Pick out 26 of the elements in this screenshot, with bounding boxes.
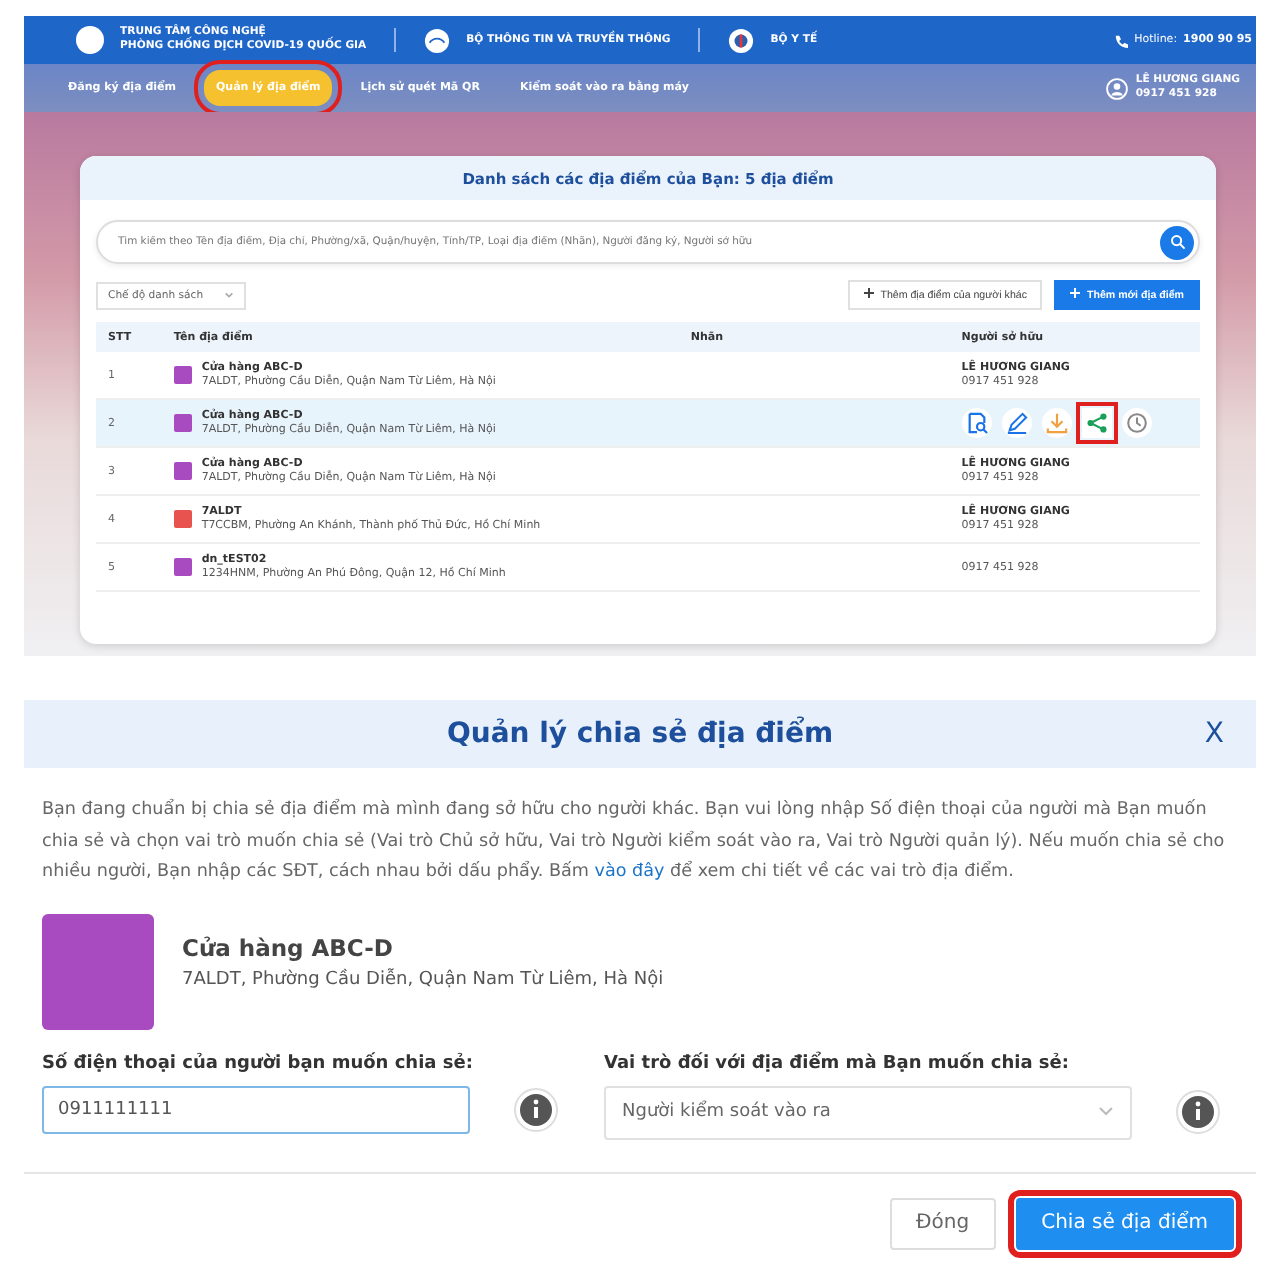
chevron-down-icon — [1098, 1106, 1114, 1118]
close-button[interactable]: X — [1192, 716, 1236, 752]
plus-icon — [864, 288, 875, 298]
search-icon — [1169, 234, 1185, 250]
share-instructions: Bạn đang chuẩn bị chia sẻ địa điểm mà mình đang sở hữu cho người khác. Bạn vui lòng nhập Số điện thoại của người mà Bạn muốn chia sẻ và chọn vai trò muốn chia sẻ (Vai trò Chủ sở hữu, Vai trò Người kiểm soát vào ra, Vai trò Người quản lý). Nếu muốn chia sẻ cho nhiều người, Bạn nhập các SĐT, cách nhau bởi dấu phẩy. Bấm vào đây để xem chi tiết về các vai trò địa điểm. — [42, 796, 1227, 886]
phone-label: Số điện thoại của người bạn muốn chia sẻ: — [42, 1053, 475, 1073]
phone-input[interactable]: 0911111111 — [42, 1085, 470, 1133]
user-icon[interactable] — [1105, 77, 1128, 99]
place-name: Cửa hàng ABC-D — [182, 933, 395, 961]
role-dropdown[interactable]: Người kiểm soát vào ra — [604, 1085, 1132, 1139]
share-icon[interactable] — [1085, 412, 1108, 434]
health-ministry-logo-icon — [728, 27, 755, 53]
chevron-down-icon — [223, 289, 234, 299]
place-address: 7ALDT, Phường Cầu Diễn, Quận Nam Từ Liêm, Hà Nội — [182, 969, 664, 989]
document-search-icon[interactable] — [965, 412, 988, 434]
close-dialog-button[interactable]: Đóng — [890, 1197, 996, 1249]
download-icon[interactable] — [1045, 412, 1068, 434]
info-icon[interactable] — [1176, 1090, 1220, 1134]
roles-link[interactable]: vào đây — [594, 862, 665, 882]
info-icon[interactable] — [514, 1087, 558, 1131]
pencil-icon[interactable] — [1005, 412, 1028, 434]
phone-icon — [1114, 33, 1129, 47]
dialog-title: Quản lý chia sẻ địa điểm — [446, 718, 834, 750]
role-label: Vai trò đối với địa điểm mà Bạn muốn chia sẻ: — [604, 1053, 1071, 1073]
history-icon[interactable] — [1125, 412, 1148, 434]
plus-icon — [1070, 288, 1081, 298]
